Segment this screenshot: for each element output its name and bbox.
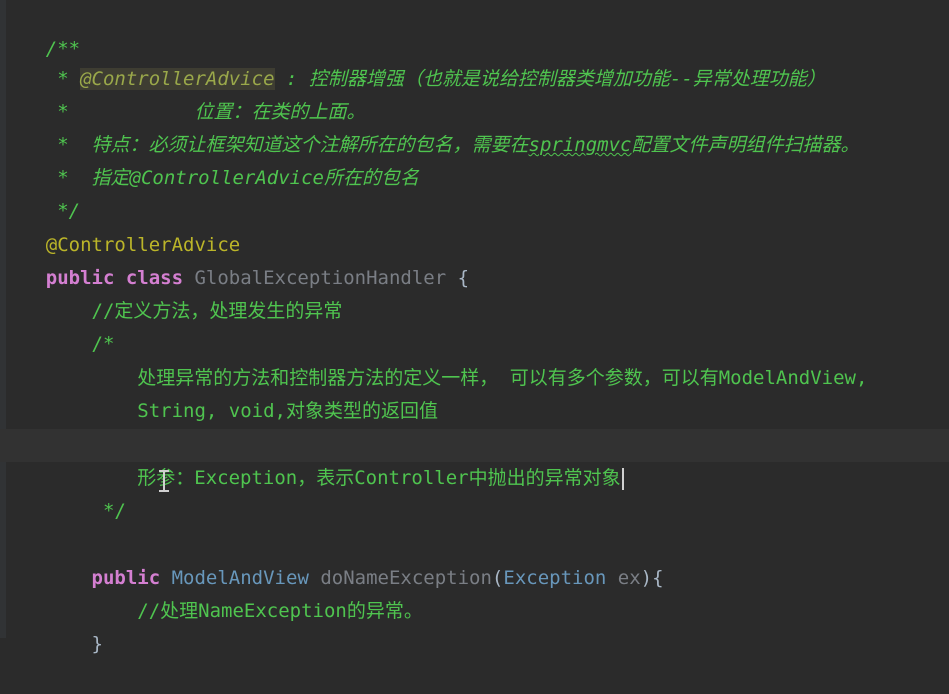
code-editor[interactable]: /** * @ControllerAdvice : 控制器增强（也就是说给控制器… [0, 0, 949, 655]
code-line-2[interactable]: * @ControllerAdvice : 控制器增强（也就是说给控制器类增加功… [0, 30, 949, 90]
code-line-8[interactable]: public class GlobalExceptionHandler { [0, 229, 949, 289]
code-line-7[interactable]: @ControllerAdvice [0, 196, 949, 256]
code-line-13[interactable] [0, 395, 949, 428]
code-line-15[interactable]: */ [0, 462, 949, 522]
code-line-5[interactable]: * 指定@ControllerAdvice所在的包名 [0, 129, 949, 189]
code-line-18[interactable]: //处理NameException的异常。 [0, 562, 949, 622]
code-line-17[interactable]: public ModelAndView doNameException(Exce… [0, 529, 949, 589]
brace-close: } [45, 633, 103, 655]
code-line-6[interactable]: */ [0, 162, 949, 222]
code-line-3[interactable]: * 位置：在类的上面。 [0, 63, 949, 123]
code-line-11[interactable]: 处理异常的方法和控制器方法的定义一样， 可以有多个参数，可以有ModelAndV… [0, 329, 949, 389]
code-line-4[interactable]: * 特点：必须让框架知道这个注解所在的包名，需要在springmvc配置文件声明… [0, 96, 949, 156]
code-line-1[interactable]: /** [0, 0, 949, 60]
code-line-19[interactable]: } [0, 595, 949, 655]
code-line-9[interactable]: //定义方法，处理发生的异常 [0, 262, 949, 322]
code-line-12[interactable]: String, void,对象类型的返回值 [0, 362, 949, 422]
mouse-ibeam-cursor-icon [158, 470, 170, 492]
code-line-16[interactable] [0, 495, 949, 528]
code-line-10[interactable]: /* [0, 295, 949, 355]
code-line-14-current[interactable]: 形参：Exception，表示Controller中抛出的异常对象 [0, 429, 949, 490]
